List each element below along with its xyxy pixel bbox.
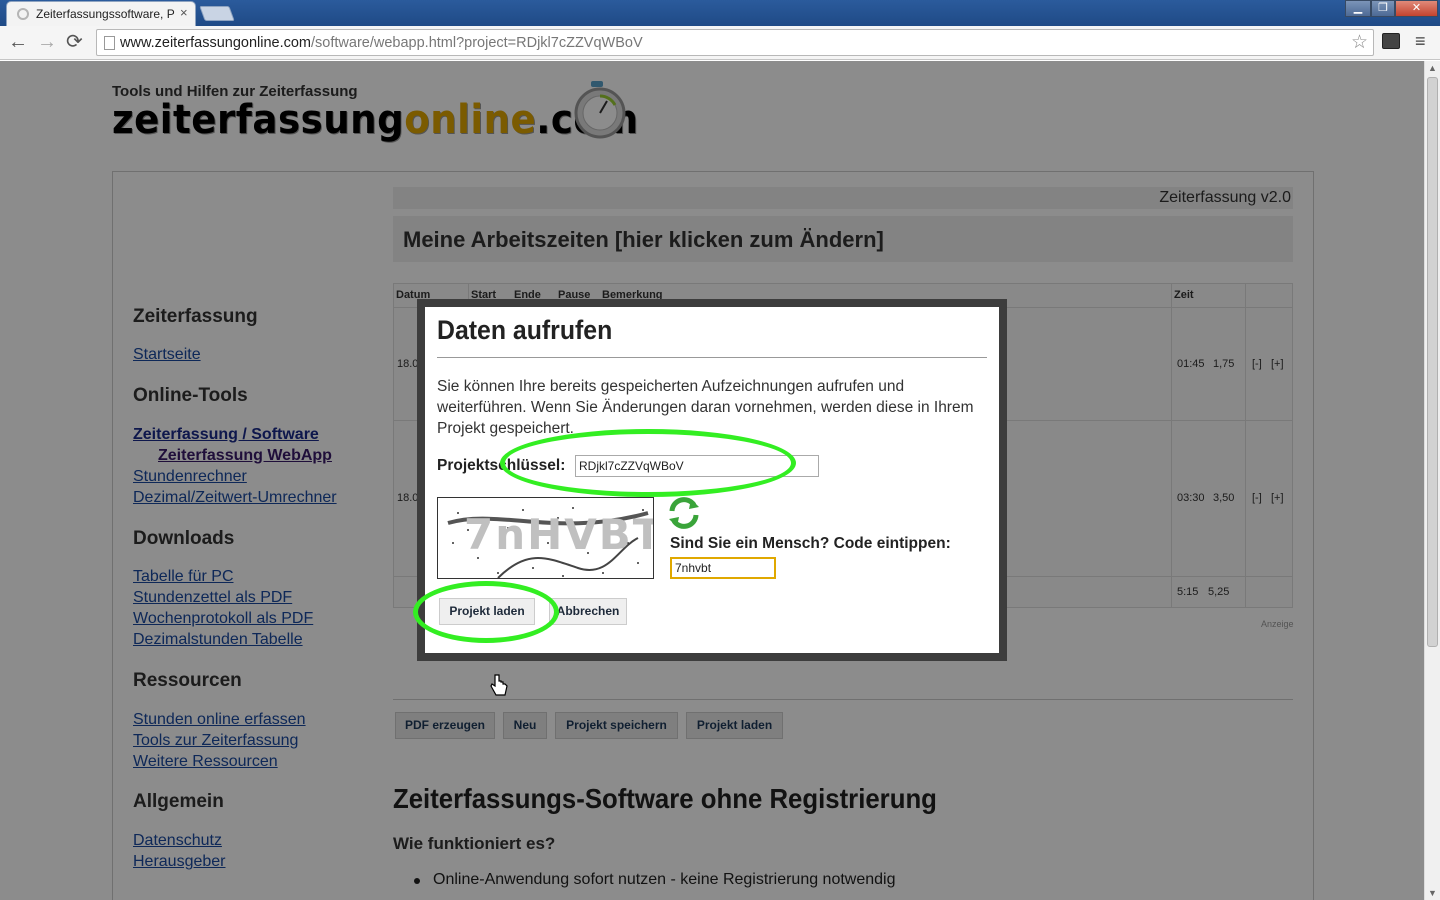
- new-tab-button[interactable]: [199, 6, 235, 21]
- bookmark-star-icon[interactable]: ☆: [1351, 31, 1368, 54]
- page-icon: [104, 36, 115, 50]
- stopwatch-favicon-icon: [17, 8, 29, 20]
- captcha-label: Sind Sie ein Mensch? Code eintippen:: [670, 535, 951, 552]
- captcha-input[interactable]: [670, 557, 776, 579]
- page-viewport: Tools und Hilfen zur Zeiterfassung zeite…: [0, 61, 1424, 900]
- project-key-label: Projektschlüssel:: [437, 457, 566, 474]
- hand-cursor-icon: [490, 674, 508, 696]
- tab-title: Zeiterfassungssoftware, P: [36, 7, 175, 21]
- url-text[interactable]: www.zeiterfassungonline.com/software/web…: [120, 35, 643, 51]
- window-maximize-button[interactable]: ❐: [1371, 0, 1395, 17]
- dialog-divider: [437, 357, 987, 358]
- browser-menu-icon[interactable]: ≡: [1415, 31, 1426, 52]
- captcha-image: 7nHVBT: [437, 497, 654, 579]
- window-close-button[interactable]: ✕: [1395, 0, 1438, 17]
- address-bar[interactable]: www.zeiterfassungonline.com/software/web…: [96, 29, 1374, 56]
- back-icon[interactable]: ←: [8, 31, 28, 53]
- page-scrollbar[interactable]: ▲ ▼: [1424, 61, 1440, 900]
- dialog-title: Daten aufrufen: [437, 315, 613, 345]
- tab-close-icon[interactable]: ×: [180, 5, 188, 20]
- reload-icon[interactable]: ⟳: [66, 31, 83, 53]
- cancel-button[interactable]: Abbrechen: [549, 598, 627, 625]
- scroll-down-icon[interactable]: ▼: [1428, 888, 1437, 898]
- extension-icon[interactable]: [1382, 33, 1400, 49]
- captcha-text: 7nHVBT: [464, 510, 654, 559]
- refresh-captcha-icon[interactable]: [667, 497, 701, 529]
- browser-toolbar: ← → ⟳ www.zeiterfassungonline.com/softwa…: [0, 26, 1440, 60]
- load-project-confirm-button[interactable]: Projekt laden: [439, 598, 535, 625]
- scroll-up-icon[interactable]: ▲: [1428, 63, 1437, 73]
- window-minimize-button[interactable]: ▁: [1345, 0, 1371, 17]
- dialog-description: Sie können Ihre bereits gespeicherten Au…: [437, 378, 974, 437]
- project-key-input[interactable]: [575, 455, 819, 477]
- browser-tab[interactable]: Zeiterfassungssoftware, P ×: [6, 1, 196, 26]
- scroll-thumb[interactable]: [1427, 77, 1438, 647]
- window-titlebar: Zeiterfassungssoftware, P × ▁ ❐ ✕: [0, 0, 1440, 26]
- load-data-dialog: Daten aufrufen Sie können Ihre bereits g…: [417, 299, 1007, 661]
- forward-icon[interactable]: →: [37, 31, 57, 53]
